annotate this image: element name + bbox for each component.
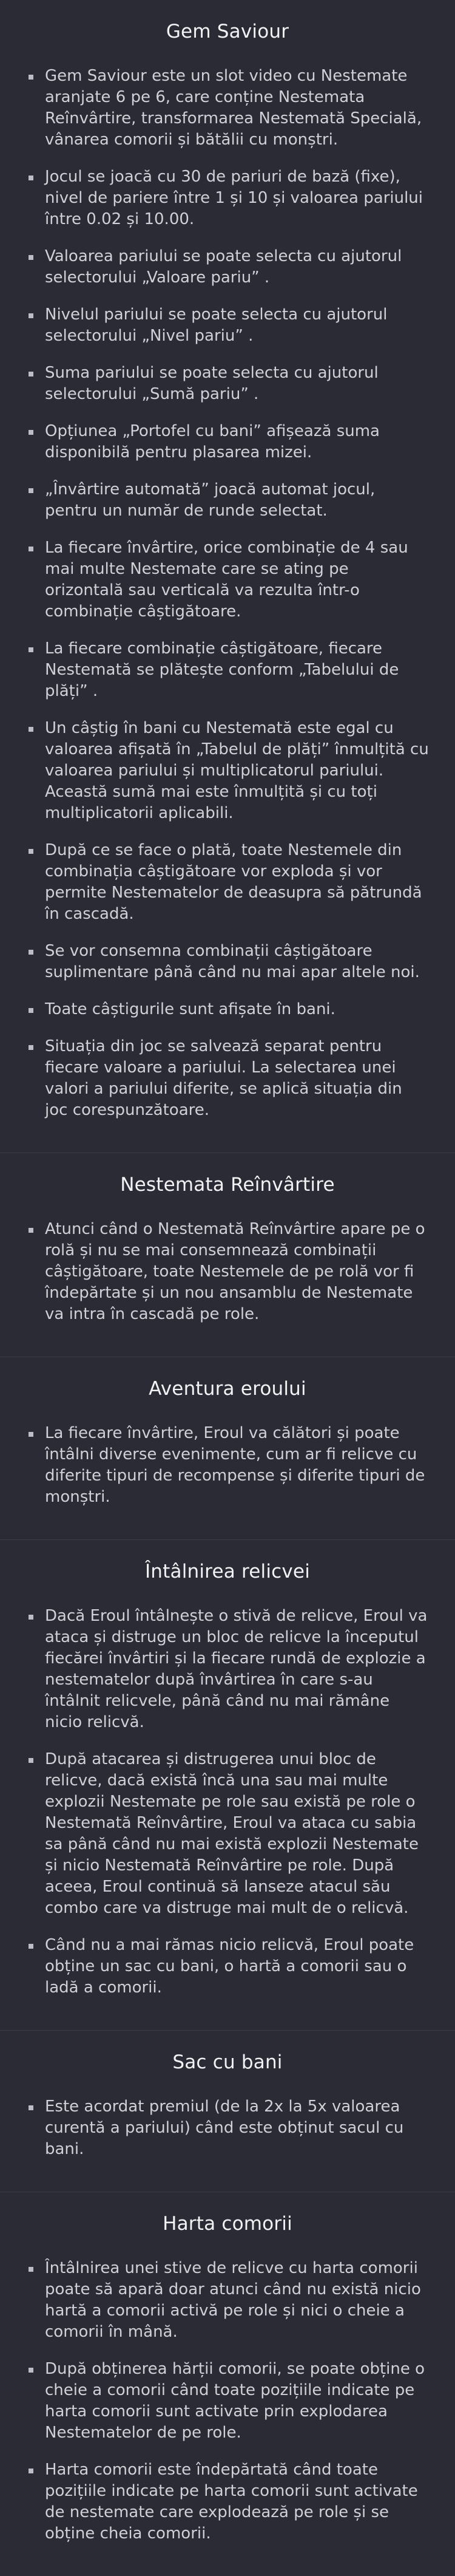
section-relic-encounter: Întâlnirea relicvei Dacă Eroul întâlneșt… — [0, 1540, 455, 2031]
list-item: Jocul se joacă cu 30 de pariuri de bază … — [25, 166, 430, 230]
list-item: După ce se face o plată, toate Nestemele… — [25, 840, 430, 925]
list-item: Valoarea pariului se poate selecta cu aj… — [25, 246, 430, 288]
list-item: „Învârtire automată” joacă automat jocul… — [25, 479, 430, 522]
rules-page: Gem Saviour Gem Saviour este un slot vid… — [0, 0, 455, 2576]
rules-list: Este acordat premiul (de la 2x la 5x val… — [25, 2096, 430, 2160]
list-item: Situația din joc se salvează separat pen… — [25, 1036, 430, 1121]
list-item: Atunci când o Nestemată Reînvârtire apar… — [25, 1219, 430, 1325]
rules-list: La fiecare învârtire, Eroul va călători … — [25, 1423, 430, 1508]
list-item: Este acordat premiul (de la 2x la 5x val… — [25, 2096, 430, 2160]
section-hero-adventure: Aventura eroului La fiecare învârtire, E… — [0, 1357, 455, 1540]
list-item: Opțiunea „Portofel cu bani” afișează sum… — [25, 421, 430, 463]
section-respin-gem: Nestemata Reînvârtire Atunci când o Nest… — [0, 1153, 455, 1357]
section-gem-saviour: Gem Saviour Gem Saviour este un slot vid… — [0, 0, 455, 1153]
section-treasure-map: Harta comorii Întâlnirea unei stive de r… — [0, 2192, 455, 2576]
list-item: După obținerea hărții comorii, se poate … — [25, 2359, 430, 2444]
section-title: Aventura eroului — [149, 1378, 306, 1400]
list-item: Gem Saviour este un slot video cu Nestem… — [25, 66, 430, 151]
list-item: După atacarea și distrugerea unui bloc d… — [25, 1749, 430, 1919]
list-item: Se vor consemna combinații câștigătoare … — [25, 941, 430, 983]
rules-list: Dacă Eroul întâlnește o stivă de relicve… — [25, 1606, 430, 1998]
list-item: Suma pariului se poate selecta cu ajutor… — [25, 363, 430, 405]
section-title: Sac cu bani — [172, 2051, 283, 2073]
section-title: Harta comorii — [163, 2213, 292, 2235]
list-item: Nivelul pariului se poate selecta cu aju… — [25, 304, 430, 347]
section-title: Nestemata Reînvârtire — [120, 1174, 335, 1196]
section-title: Întâlnirea relicvei — [144, 1561, 311, 1583]
list-item: Harta comorii este îndepărtată când toat… — [25, 2459, 430, 2544]
list-item: Întâlnirea unei stive de relicve cu hart… — [25, 2258, 430, 2343]
rules-list: Întâlnirea unei stive de relicve cu hart… — [25, 2258, 430, 2544]
list-item: La fiecare învârtire, orice combinație d… — [25, 537, 430, 622]
list-item: La fiecare învârtire, Eroul va călători … — [25, 1423, 430, 1508]
list-item: La fiecare combinație câștigătoare, fiec… — [25, 638, 430, 702]
list-item: Un câștig în bani cu Nestemată este egal… — [25, 718, 430, 824]
list-item: Toate câștigurile sunt afișate în bani. — [25, 999, 430, 1020]
rules-list: Gem Saviour este un slot video cu Nestem… — [25, 66, 430, 1121]
section-title: Gem Saviour — [166, 21, 289, 43]
list-item: Dacă Eroul întâlnește o stivă de relicve… — [25, 1606, 430, 1733]
rules-list: Atunci când o Nestemată Reînvârtire apar… — [25, 1219, 430, 1325]
list-item: Când nu a mai rămas nicio relicvă, Eroul… — [25, 1935, 430, 1998]
section-money-bag: Sac cu bani Este acordat premiul (de la … — [0, 2031, 455, 2192]
